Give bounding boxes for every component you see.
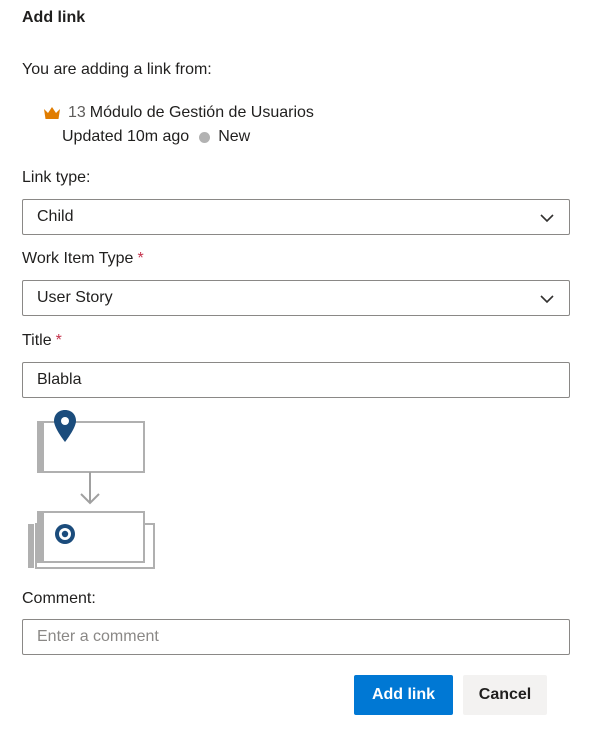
work-item-title[interactable]: Módulo de Gestión de Usuarios bbox=[90, 102, 314, 124]
link-type-value: Child bbox=[37, 208, 74, 225]
intro-text: You are adding a link from: bbox=[22, 61, 212, 78]
work-item-type-dropdown[interactable]: User Story bbox=[22, 280, 570, 316]
crown-icon bbox=[44, 107, 60, 119]
add-link-dialog: Add link You are adding a link from: 13 … bbox=[0, 0, 589, 738]
comment-label: Comment: bbox=[22, 589, 96, 609]
link-diagram bbox=[28, 410, 155, 569]
title-input-value: Blabla bbox=[37, 371, 82, 388]
comment-input[interactable]: Enter a comment bbox=[22, 619, 570, 655]
work-item-id: 13 bbox=[68, 104, 86, 121]
link-type-dropdown[interactable]: Child bbox=[22, 199, 570, 235]
updated-text: Updated 10m ago bbox=[62, 128, 190, 145]
dialog-title: Add link bbox=[22, 9, 86, 26]
work-item-type-label: Work Item Type * bbox=[22, 249, 144, 269]
comment-placeholder: Enter a comment bbox=[37, 628, 159, 645]
required-marker: * bbox=[137, 250, 144, 267]
required-marker: * bbox=[55, 332, 62, 349]
title-label: Title * bbox=[22, 331, 62, 351]
work-item-type-value: User Story bbox=[37, 289, 113, 306]
link-type-label-text: Link type: bbox=[22, 169, 91, 186]
arrow-down-icon bbox=[80, 472, 100, 505]
chevron-down-icon bbox=[540, 214, 554, 223]
link-type-label: Link type: bbox=[22, 168, 90, 188]
cancel-button[interactable]: Cancel bbox=[463, 675, 547, 715]
source-work-item: 13 Módulo de Gestión de Usuarios Updated… bbox=[42, 102, 314, 148]
state-dot-icon bbox=[199, 131, 211, 143]
title-label-text: Title bbox=[22, 332, 52, 349]
title-input[interactable]: Blabla bbox=[22, 362, 570, 398]
chevron-down-icon bbox=[540, 295, 554, 304]
target-icon bbox=[55, 524, 75, 544]
comment-label-text: Comment: bbox=[22, 590, 96, 607]
add-link-button[interactable]: Add link bbox=[354, 675, 453, 715]
state-text: New bbox=[218, 128, 251, 145]
work-item-type-label-text: Work Item Type bbox=[22, 250, 134, 267]
